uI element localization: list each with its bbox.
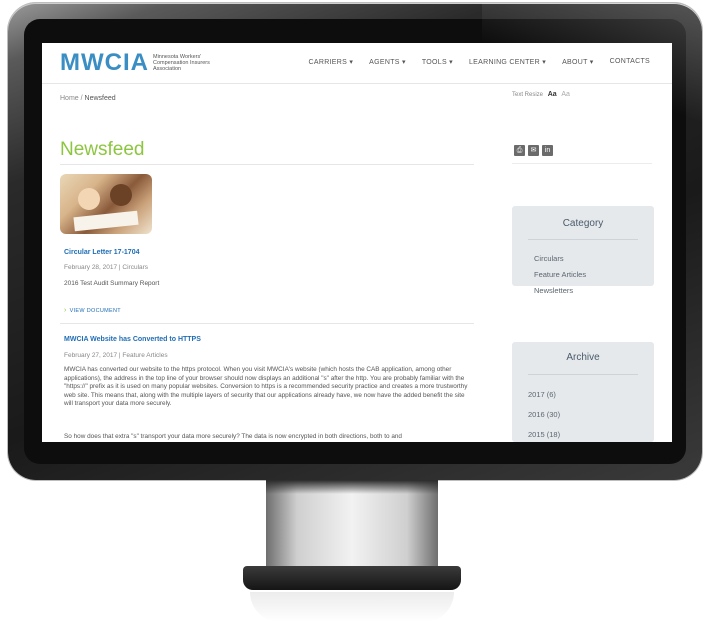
breadcrumb: Home / Newsfeed xyxy=(60,95,116,102)
nav-agents[interactable]: AGENTS ▾ xyxy=(369,58,406,66)
post-meta: February 27, 2017 | Feature Articles xyxy=(64,352,168,359)
photo-figure xyxy=(110,184,132,206)
email-icon[interactable]: ✉ xyxy=(528,145,539,156)
breadcrumb-current: Newsfeed xyxy=(84,95,116,102)
text-resize-large[interactable]: Aa xyxy=(548,91,557,98)
nav-carriers[interactable]: CARRIERS ▾ xyxy=(309,58,354,66)
text-resize-small[interactable]: Aa xyxy=(561,91,570,98)
text-resize-control: Text Resize Aa Aa xyxy=(512,91,570,98)
post-body: MWCIA has converted our website to the h… xyxy=(64,366,468,408)
text-resize-label: Text Resize xyxy=(512,92,544,98)
monitor-base-reflection xyxy=(250,592,454,622)
logo-wordmark: MWCIA xyxy=(60,49,149,76)
archive-panel: Archive 2017 (6) 2016 (30) 2015 (18) xyxy=(512,342,654,442)
view-document-label: VIEW DOCUMENT xyxy=(69,308,121,314)
arrow-icon: › xyxy=(64,307,67,314)
divider xyxy=(528,374,638,375)
monitor-stand-shadow xyxy=(266,480,438,494)
divider xyxy=(528,239,638,240)
nav-tools[interactable]: TOOLS ▾ xyxy=(422,58,453,66)
category-link[interactable]: Newsletters xyxy=(534,286,573,295)
browser-viewport: MWCIA Minnesota Workers' Compensation In… xyxy=(42,43,672,442)
post-summary: 2016 Test Audit Summary Report xyxy=(64,280,160,287)
breadcrumb-separator: / xyxy=(80,95,83,102)
archive-link[interactable]: 2017 (6) xyxy=(528,390,556,399)
divider xyxy=(60,323,474,324)
post-title[interactable]: MWCIA Website has Converted to HTTPS xyxy=(64,336,201,343)
category-panel: Category Circulars Feature Articles News… xyxy=(512,206,654,295)
category-title: Category xyxy=(562,218,604,229)
breadcrumb-home[interactable]: Home xyxy=(60,95,79,102)
main-nav: CARRIERS ▾ AGENTS ▾ TOOLS ▾ LEARNING CEN… xyxy=(309,58,650,66)
monitor-stand-base xyxy=(243,566,461,590)
print-icon[interactable]: ⎙ xyxy=(514,145,525,156)
logo-tagline: Minnesota Workers' Compensation Insurers… xyxy=(152,54,210,72)
post-thumbnail[interactable] xyxy=(60,174,152,234)
archive-link[interactable]: 2016 (30) xyxy=(528,410,560,419)
site-header: MWCIA Minnesota Workers' Compensation In… xyxy=(42,43,672,84)
post-meta: February 28, 2017 | Circulars xyxy=(64,264,149,271)
divider xyxy=(512,163,652,164)
nav-about[interactable]: ABOUT ▾ xyxy=(562,58,594,66)
site-logo[interactable]: MWCIA Minnesota Workers' Compensation In… xyxy=(60,49,215,77)
photo-figure xyxy=(78,188,100,210)
post-body-continued: So how does that extra "s" transport you… xyxy=(64,433,402,440)
monitor-stand-neck xyxy=(266,480,438,576)
photo-paper xyxy=(73,210,139,232)
category-link[interactable]: Feature Articles xyxy=(534,270,586,279)
share-buttons: ⎙ ✉ in xyxy=(514,145,553,156)
linkedin-icon[interactable]: in xyxy=(542,145,553,156)
view-document-link[interactable]: › VIEW DOCUMENT xyxy=(64,307,121,314)
page-title: Newsfeed xyxy=(60,139,145,160)
category-link[interactable]: Circulars xyxy=(534,254,564,263)
nav-learning-center[interactable]: LEARNING CENTER ▾ xyxy=(469,58,546,66)
archive-link[interactable]: 2015 (18) xyxy=(528,430,560,439)
divider xyxy=(60,164,474,165)
archive-title: Archive xyxy=(566,352,600,363)
post-title[interactable]: Circular Letter 17-1704 xyxy=(64,249,139,256)
nav-contacts[interactable]: CONTACTS xyxy=(610,58,650,66)
